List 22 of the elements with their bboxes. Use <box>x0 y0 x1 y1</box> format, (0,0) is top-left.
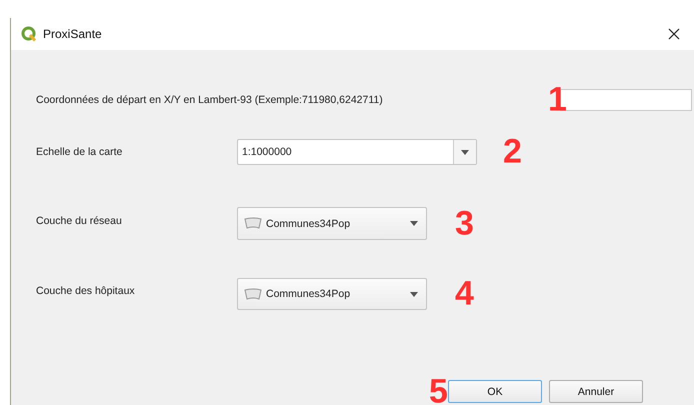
annotation-number: 1 <box>548 82 567 116</box>
polygon-layer-icon <box>244 217 262 230</box>
annotation-number: 3 <box>455 206 474 240</box>
field-label: Couche des hôpitaux <box>36 285 136 297</box>
window-title: ProxiSante <box>43 27 103 41</box>
close-icon[interactable] <box>668 28 680 40</box>
dropdown-arrow-icon <box>410 292 418 296</box>
layer-combo-box[interactable]: Communes34Pop <box>237 207 427 240</box>
field-label: Couche du réseau <box>36 214 123 226</box>
annotation-number: 2 <box>503 134 522 168</box>
dialog-button[interactable]: Annuler <box>549 380 643 403</box>
dialog-button[interactable]: OK <box>448 380 542 403</box>
dropdown-arrow-icon <box>461 150 469 154</box>
layer-combo-box[interactable]: Communes34Pop <box>237 278 427 310</box>
scale-combo-box[interactable]: 1:1000000 <box>237 139 477 165</box>
annotation-number: 5 <box>429 374 448 405</box>
annotation-number: 4 <box>455 276 474 310</box>
field-label: Echelle de la carte <box>36 146 124 158</box>
app-logo-icon <box>21 26 37 42</box>
polygon-layer-icon <box>244 288 262 300</box>
dropdown-arrow-icon <box>410 221 418 226</box>
field-label: Coordonnées de départ en X/Y en Lambert-93 (Exemple:711980,6242711) <box>36 94 384 106</box>
